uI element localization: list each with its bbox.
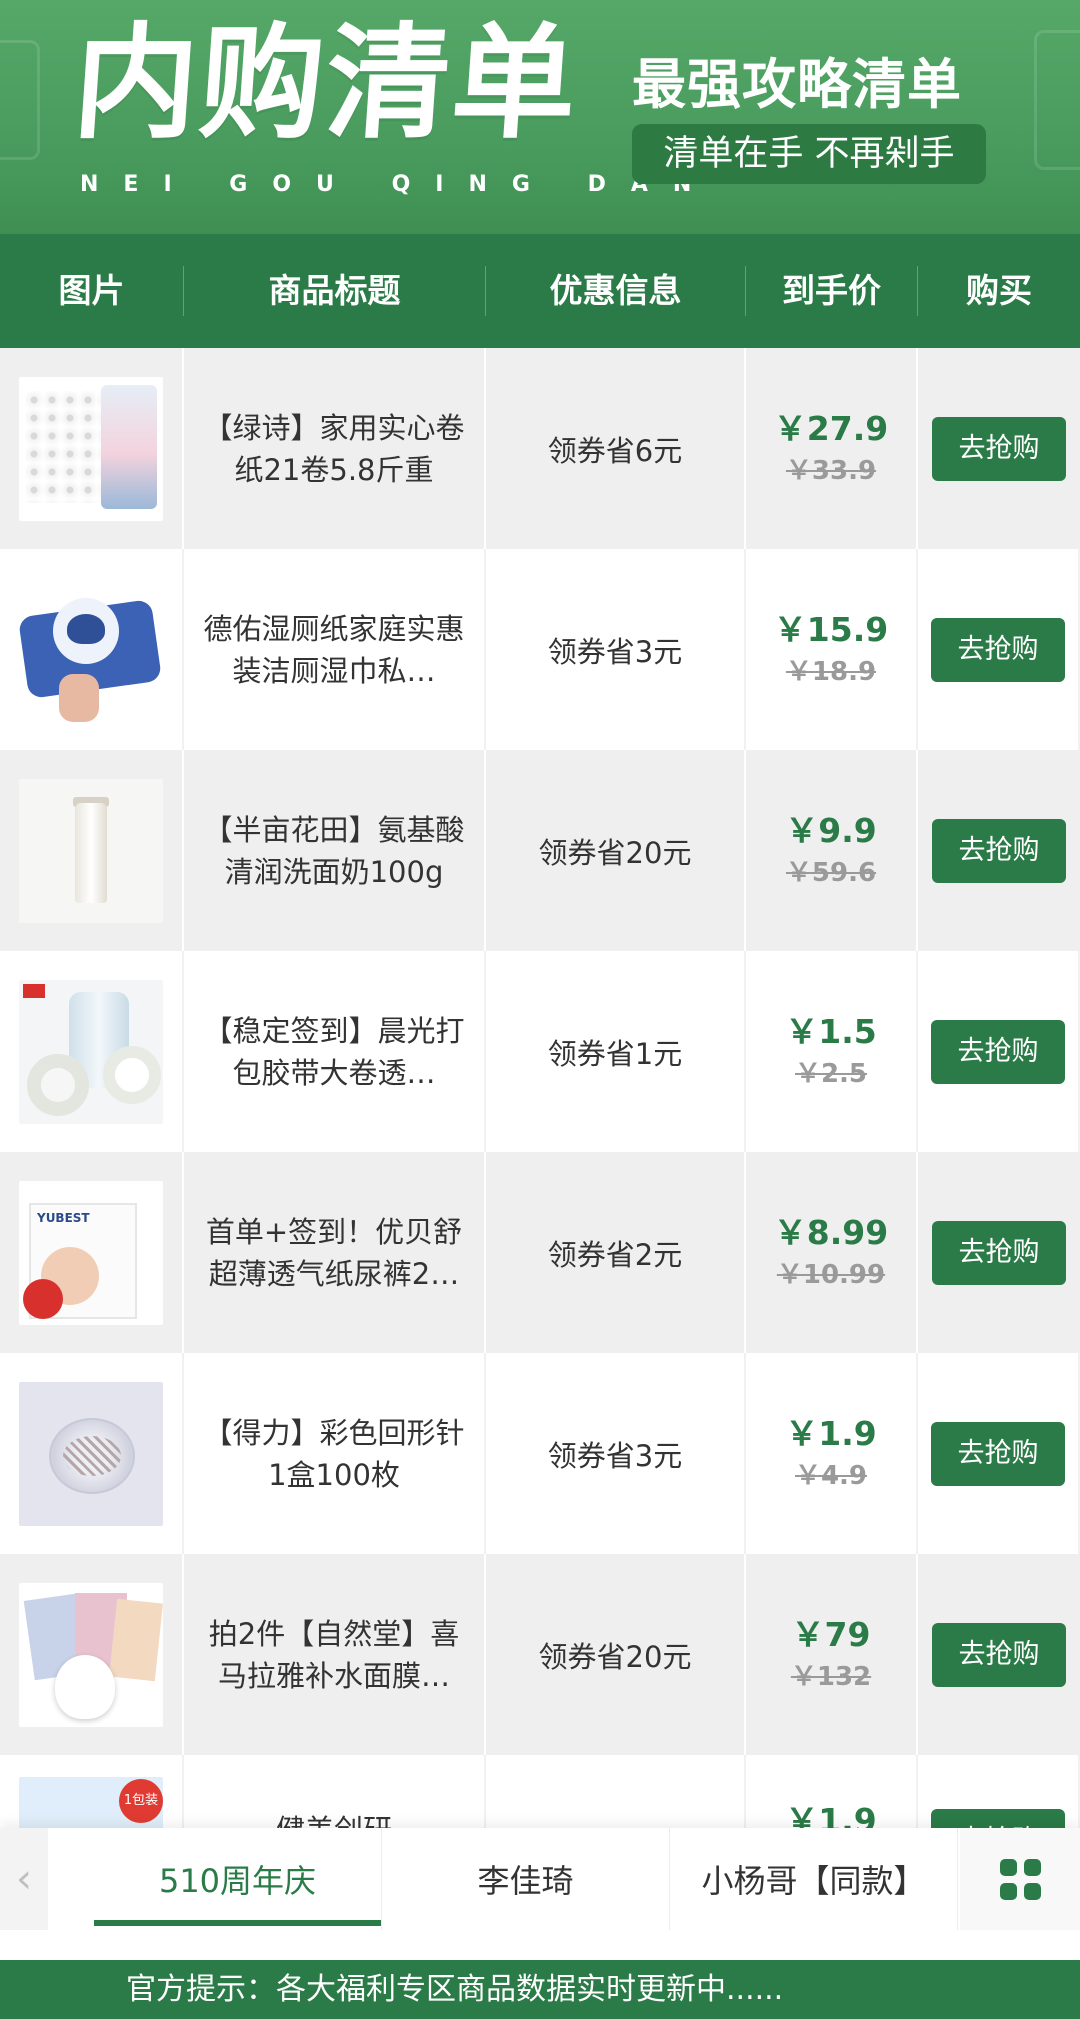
coupon-info: 领券省6元 xyxy=(547,433,683,468)
column-header-price: 到手价 xyxy=(746,266,918,316)
banner-subtitle: 最强攻略清单 xyxy=(632,53,962,116)
final-price: ￥9.9 xyxy=(785,810,877,850)
banner-decoration xyxy=(0,40,40,160)
original-price: ￥18.9 xyxy=(785,656,877,687)
spacer xyxy=(0,1930,1080,1960)
column-header-buy: 购买 xyxy=(966,271,1032,310)
final-price: ￥8.99 xyxy=(773,1212,889,1252)
final-price: ￥79 xyxy=(791,1614,871,1654)
diaper-image[interactable]: YUBEST xyxy=(19,1180,163,1325)
product-title[interactable]: 【半亩花田】氨基酸清润洗面奶100g xyxy=(198,809,470,893)
coupon-info: 领券省20元 xyxy=(538,835,692,870)
toilet-paper-image[interactable] xyxy=(19,376,163,521)
paper-clip-image[interactable] xyxy=(19,1381,163,1526)
tab-li-jiaqi[interactable]: 李佳琦 xyxy=(382,1828,670,1930)
header-banner: 内购清单 NEI GOU QING DAN 最强攻略清单 清单在手 不再剁手 xyxy=(0,0,1080,234)
final-price: ￥15.9 xyxy=(773,609,889,649)
original-price: ￥4.9 xyxy=(794,1460,868,1491)
buy-button[interactable]: 去抢购 xyxy=(932,818,1066,883)
buy-button[interactable]: 去抢购 xyxy=(932,1622,1066,1687)
product-row[interactable]: 【半亩花田】氨基酸清润洗面奶100g 领券省20元 ￥9.9 ￥59.6 去抢购 xyxy=(0,750,1080,951)
tab-510-anniversary[interactable]: 510周年庆 xyxy=(94,1828,382,1930)
original-price: ￥10.99 xyxy=(776,1259,886,1290)
coupon-info: 领券省3元 xyxy=(547,1438,683,1473)
tab-xiaoyangge[interactable]: 小杨哥【同款】 xyxy=(670,1828,958,1930)
face-mask-image[interactable] xyxy=(19,1582,163,1727)
product-row[interactable]: 【得力】彩色回形针1盒100枚 领券省3元 ￥1.9 ￥4.9 去抢购 xyxy=(0,1353,1080,1554)
package-badge: 1包装 xyxy=(119,1779,163,1823)
tab-list: 510周年庆 李佳琦 小杨哥【同款】 xyxy=(48,1828,960,1930)
final-price: ￥1.9 xyxy=(785,1801,877,1828)
category-tab-bar: ‹ 510周年庆 李佳琦 小杨哥【同款】 xyxy=(0,1828,1080,1930)
product-row[interactable]: 拍2件【自然堂】喜马拉雅补水面膜… 领券省20元 ￥79 ￥132 去抢购 xyxy=(0,1554,1080,1755)
official-tip-bar: 官方提示：各大福利专区商品数据实时更新中...... xyxy=(0,1960,1080,2019)
banner-pinyin: NEI GOU QING DAN xyxy=(80,172,717,197)
buy-button[interactable]: 去抢购 xyxy=(932,416,1066,481)
original-price: ￥33.9 xyxy=(785,455,877,486)
coupon-info: 领券省3元 xyxy=(547,634,683,669)
banner-title: 内购清单 xyxy=(68,12,584,156)
buy-button[interactable]: 去抢购 xyxy=(931,1809,1065,1828)
product-row[interactable]: YUBEST 首单+签到！优贝舒超薄透气纸尿裤2… 领券省2元 ￥8.99 ￥10… xyxy=(0,1152,1080,1353)
banner-slogan: 清单在手 不再剁手 xyxy=(632,124,986,184)
product-title[interactable]: 【得力】彩色回形针1盒100枚 xyxy=(198,1412,470,1496)
buy-button[interactable]: 去抢购 xyxy=(931,1019,1065,1084)
buy-button[interactable]: 去抢购 xyxy=(932,1220,1066,1285)
product-title[interactable]: 德佑湿厕纸家庭实惠装洁厕湿巾私… xyxy=(198,608,470,692)
wet-wipes-image[interactable] xyxy=(19,577,163,722)
partial-product-image[interactable]: 1包装 xyxy=(19,1777,163,1828)
product-row[interactable]: 【绿诗】家用实心卷纸21卷5.8斤重 领券省6元 ￥27.9 ￥33.9 去抢购 xyxy=(0,348,1080,549)
coupon-info: 领券省2元 xyxy=(547,1237,683,1272)
table-header: 图片 商品标题 优惠信息 到手价 购买 xyxy=(0,234,1080,348)
chevron-left-icon[interactable]: ‹ xyxy=(0,1828,48,1930)
product-title[interactable]: 拍2件【自然堂】喜马拉雅补水面膜… xyxy=(198,1613,470,1697)
product-title[interactable]: 首单+签到！优贝舒超薄透气纸尿裤2… xyxy=(198,1211,470,1295)
grid-menu-icon xyxy=(999,1858,1041,1900)
packing-tape-image[interactable] xyxy=(19,979,163,1124)
coupon-info: 领券省20元 xyxy=(538,1639,692,1674)
product-row[interactable]: 1包装 健美创研 ￥1.9 去抢购 xyxy=(0,1755,1080,1828)
face-cleanser-image[interactable] xyxy=(19,778,163,923)
product-title[interactable]: 【稳定签到】晨光打包胶带大卷透… xyxy=(198,1010,470,1094)
coupon-info: 领券省1元 xyxy=(547,1036,683,1071)
final-price: ￥27.9 xyxy=(773,408,889,448)
column-header-title: 商品标题 xyxy=(184,266,486,316)
product-title[interactable]: 健美创研 xyxy=(198,1809,470,1828)
final-price: ￥1.5 xyxy=(785,1011,877,1051)
column-header-image: 图片 xyxy=(0,266,184,316)
buy-button[interactable]: 去抢购 xyxy=(931,617,1065,682)
product-title[interactable]: 【绿诗】家用实心卷纸21卷5.8斤重 xyxy=(198,407,470,491)
banner-decoration xyxy=(1034,30,1080,170)
column-header-coupon: 优惠信息 xyxy=(486,266,746,316)
product-list[interactable]: 【绿诗】家用实心卷纸21卷5.8斤重 领券省6元 ￥27.9 ￥33.9 去抢购 … xyxy=(0,348,1080,1828)
all-categories-button[interactable] xyxy=(960,1828,1080,1930)
product-row[interactable]: 【稳定签到】晨光打包胶带大卷透… 领券省1元 ￥1.5 ￥2.5 去抢购 xyxy=(0,951,1080,1152)
original-price: ￥2.5 xyxy=(794,1058,868,1089)
final-price: ￥1.9 xyxy=(785,1413,877,1453)
product-row[interactable]: 德佑湿厕纸家庭实惠装洁厕湿巾私… 领券省3元 ￥15.9 ￥18.9 去抢购 xyxy=(0,549,1080,750)
buy-button[interactable]: 去抢购 xyxy=(931,1421,1065,1486)
original-price: ￥132 xyxy=(790,1661,872,1692)
original-price: ￥59.6 xyxy=(785,857,877,888)
